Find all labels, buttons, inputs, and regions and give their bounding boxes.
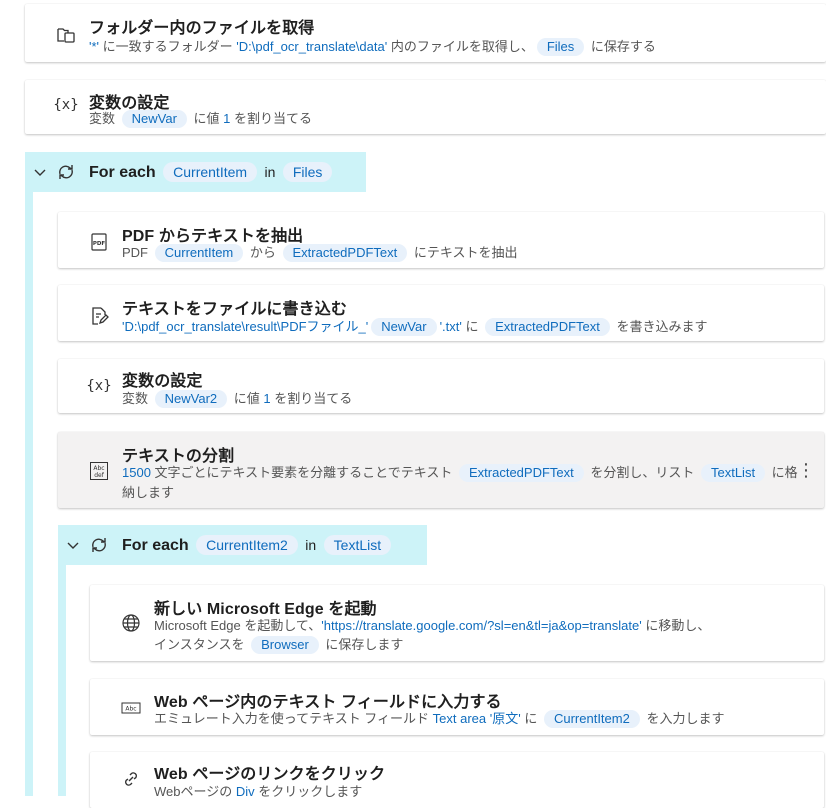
action-split-text[interactable]: Abc def テキストの分割 1500 文字ごとにテキスト要素を分離することでテ… (58, 432, 824, 508)
action-set-variable[interactable]: {x} 変数の設定 変数 NewVar に値 1 を割り当てる (25, 80, 826, 134)
action-title: Web ページのリンクをクリック (154, 766, 386, 783)
action-extract-pdf-text[interactable]: PDF PDF からテキストを抽出 PDF CurrentItem から Ext… (58, 212, 824, 268)
action-description: 変数 NewVar に値 1 を割り当てる (89, 110, 312, 128)
ui-element-literal: Text area '原文' (432, 711, 521, 726)
action-write-text-to-file[interactable]: テキストをファイルに書き込む 'D:\pdf_ocr_translate\res… (58, 285, 824, 341)
foreach-loop-header[interactable]: For each CurrentItem in Files (25, 152, 366, 192)
chevron-down-icon[interactable] (33, 165, 47, 179)
more-options-icon[interactable]: ⋮ (797, 460, 815, 480)
action-get-files-in-folder[interactable]: フォルダー内のファイルを取得 '*' に一致するフォルダー 'D:\pdf_oc… (25, 4, 826, 62)
action-description: Webページの Div をクリックします (154, 784, 363, 799)
variable-chip[interactable]: NewVar (121, 110, 187, 128)
text-field-icon: Abc (120, 697, 142, 719)
action-description: '*' に一致するフォルダー 'D:\pdf_ocr_translate\dat… (89, 38, 656, 56)
action-set-variable[interactable]: {x} 変数の設定 変数 NewVar2 に値 1 を割り当てる (58, 359, 824, 413)
action-description: Microsoft Edge を起動して、'https://translate.… (154, 618, 711, 633)
globe-icon (120, 612, 142, 634)
variable-chip[interactable]: Browser (251, 636, 319, 654)
folder-files-icon (55, 24, 77, 46)
variable-braces-icon: {x} (86, 378, 112, 394)
svg-text:Abc: Abc (125, 706, 136, 713)
variable-chip[interactable]: ExtractedPDFText (485, 318, 610, 336)
variable-chip[interactable]: Files (536, 38, 585, 56)
list-variable-chip[interactable]: Files (282, 162, 333, 182)
foreach-title: For each CurrentItem in Files (89, 162, 335, 182)
variable-chip[interactable]: NewVar (371, 318, 437, 336)
svg-text:def: def (94, 472, 105, 479)
action-description-continued: 納します (122, 485, 175, 500)
path-literal: 'D:\pdf_ocr_translate\result\PDFファイル_' (122, 319, 369, 334)
loop-icon (55, 161, 77, 183)
variable-chip[interactable]: CurrentItem (154, 244, 244, 262)
list-variable-chip[interactable]: TextList (323, 535, 392, 555)
action-description-continued: インスタンスを Browser に保存します (154, 636, 404, 654)
foreach-loop-rail (25, 192, 33, 796)
action-title: フォルダー内のファイルを取得 (89, 20, 315, 37)
file-edit-icon (88, 305, 110, 327)
pdf-icon: PDF (88, 231, 110, 253)
ui-element-literal: Div (235, 784, 255, 799)
action-description: エミュレート入力を使ってテキスト フィールド Text area '原文' に … (154, 710, 725, 728)
foreach-loop-header[interactable]: For each CurrentItem2 in TextList (58, 525, 427, 565)
variable-braces-icon: {x} (53, 97, 79, 113)
value-literal: 1 (263, 391, 271, 406)
loop-icon (88, 534, 110, 556)
variable-chip[interactable]: TextList (700, 464, 766, 482)
action-fill-text-field[interactable]: Abc Web ページ内のテキスト フィールドに入力する エミュレート入力を使っ… (90, 679, 824, 735)
action-launch-edge[interactable]: 新しい Microsoft Edge を起動 Microsoft Edge を起… (90, 585, 824, 661)
variable-chip[interactable]: CurrentItem2 (543, 710, 640, 728)
action-description: PDF CurrentItem から ExtractedPDFText にテキス… (122, 244, 518, 262)
item-variable-chip[interactable]: CurrentItem (163, 162, 258, 182)
action-click-link[interactable]: Web ページのリンクをクリック Webページの Div をクリックします (90, 752, 824, 808)
count-literal: 1500 (122, 465, 151, 480)
action-description: 1500 文字ごとにテキスト要素を分離することでテキスト ExtractedPD… (122, 464, 798, 482)
action-title: 変数の設定 (122, 373, 203, 390)
foreach-title: For each CurrentItem2 in TextList (122, 535, 394, 555)
foreach-loop-rail (58, 565, 66, 796)
action-description: 変数 NewVar2 に値 1 を割り当てる (122, 390, 353, 408)
filter-literal: '*' (89, 39, 100, 54)
url-literal: 'https://translate.google.com/?sl=en&tl=… (321, 618, 642, 633)
svg-text:PDF: PDF (93, 241, 106, 247)
variable-chip[interactable]: ExtractedPDFText (282, 244, 408, 262)
text-split-icon: Abc def (88, 460, 110, 482)
variable-chip[interactable]: NewVar2 (154, 390, 228, 408)
action-title: テキストをファイルに書き込む (122, 301, 347, 318)
folder-literal: 'D:\pdf_ocr_translate\data' (236, 39, 388, 54)
action-description: 'D:\pdf_ocr_translate\result\PDFファイル_' Ne… (122, 318, 708, 336)
item-variable-chip[interactable]: CurrentItem2 (196, 535, 298, 555)
chevron-down-icon[interactable] (66, 538, 80, 552)
link-icon (120, 768, 142, 790)
variable-chip[interactable]: ExtractedPDFText (458, 464, 584, 482)
svg-text:Abc: Abc (93, 465, 104, 472)
extension-literal: '.txt' (439, 319, 462, 334)
